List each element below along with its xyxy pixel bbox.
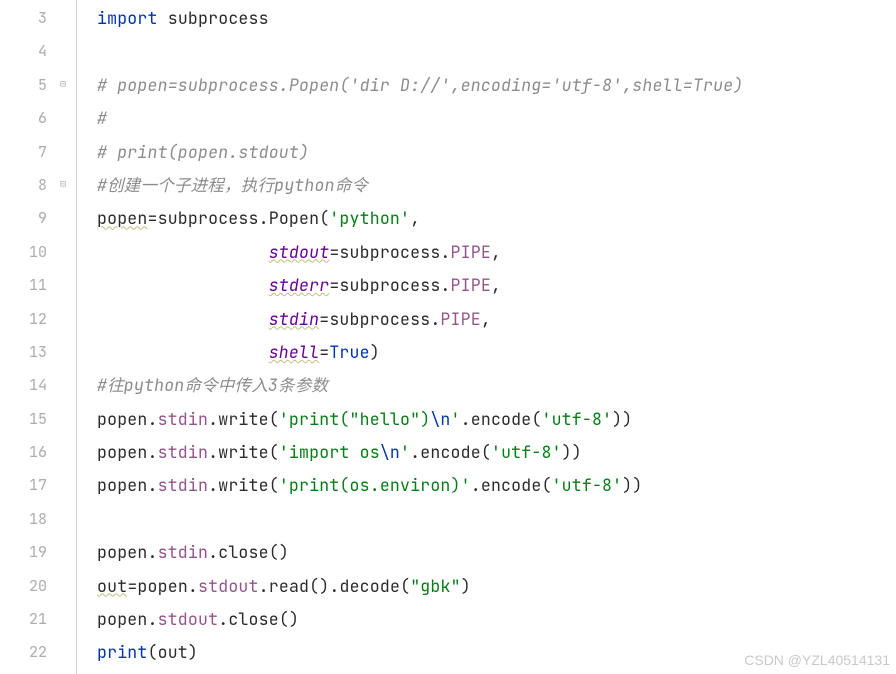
- code-line: popen.stdin.write('print(os.environ)'.en…: [97, 469, 896, 502]
- line-number: 9: [0, 202, 57, 235]
- line-number: 20: [0, 570, 57, 603]
- code-content[interactable]: import subprocess # popen=subprocess.Pop…: [76, 0, 896, 674]
- code-line: popen.stdin.close(): [97, 536, 896, 569]
- line-number: 15: [0, 403, 57, 436]
- code-line: #: [97, 102, 896, 135]
- code-line: stdin=subprocess.PIPE,: [97, 303, 896, 336]
- line-number-gutter: 3 4 5 6 7 8 9 10 11 12 13 14 15 16 17 18…: [0, 0, 58, 674]
- line-number: 3: [0, 2, 57, 35]
- code-line: out=popen.stdout.read().decode("gbk"): [97, 570, 896, 603]
- line-number: 5: [0, 69, 57, 102]
- line-number: 6: [0, 102, 57, 135]
- line-number: 17: [0, 469, 57, 502]
- code-line: #往python命令中传入3条参数: [97, 369, 896, 402]
- code-line: popen.stdin.write('print("hello")\n'.enc…: [97, 403, 896, 436]
- line-number: 4: [0, 35, 57, 68]
- line-number: 13: [0, 336, 57, 369]
- code-line: popen=subprocess.Popen('python',: [97, 202, 896, 235]
- code-line: popen.stdout.close(): [97, 603, 896, 636]
- line-number: 10: [0, 236, 57, 269]
- line-number: 11: [0, 269, 57, 302]
- code-line: popen.stdin.write('import os\n'.encode('…: [97, 436, 896, 469]
- fold-column: ⊟ ⊟: [58, 0, 76, 674]
- fold-icon[interactable]: ⊟: [60, 67, 66, 100]
- code-line: stdout=subprocess.PIPE,: [97, 236, 896, 269]
- line-number: 7: [0, 136, 57, 169]
- code-line: [97, 35, 896, 68]
- line-number: 19: [0, 536, 57, 569]
- code-line: #创建一个子进程，执行python命令: [97, 169, 896, 202]
- code-editor: 3 4 5 6 7 8 9 10 11 12 13 14 15 16 17 18…: [0, 0, 896, 674]
- code-line: stderr=subprocess.PIPE,: [97, 269, 896, 302]
- line-number: 18: [0, 503, 57, 536]
- code-line: shell=True): [97, 336, 896, 369]
- line-number: 8: [0, 169, 57, 202]
- code-line: # popen=subprocess.Popen('dir D://',enco…: [97, 69, 896, 102]
- line-number: 21: [0, 603, 57, 636]
- line-number: 16: [0, 436, 57, 469]
- fold-icon[interactable]: ⊟: [60, 167, 66, 200]
- watermark: CSDN @YZL40514131: [744, 652, 890, 668]
- code-line: # print(popen.stdout): [97, 136, 896, 169]
- line-number: 12: [0, 303, 57, 336]
- line-number: 22: [0, 636, 57, 669]
- line-number: 14: [0, 369, 57, 402]
- code-line: import subprocess: [97, 2, 896, 35]
- code-line: [97, 503, 896, 536]
